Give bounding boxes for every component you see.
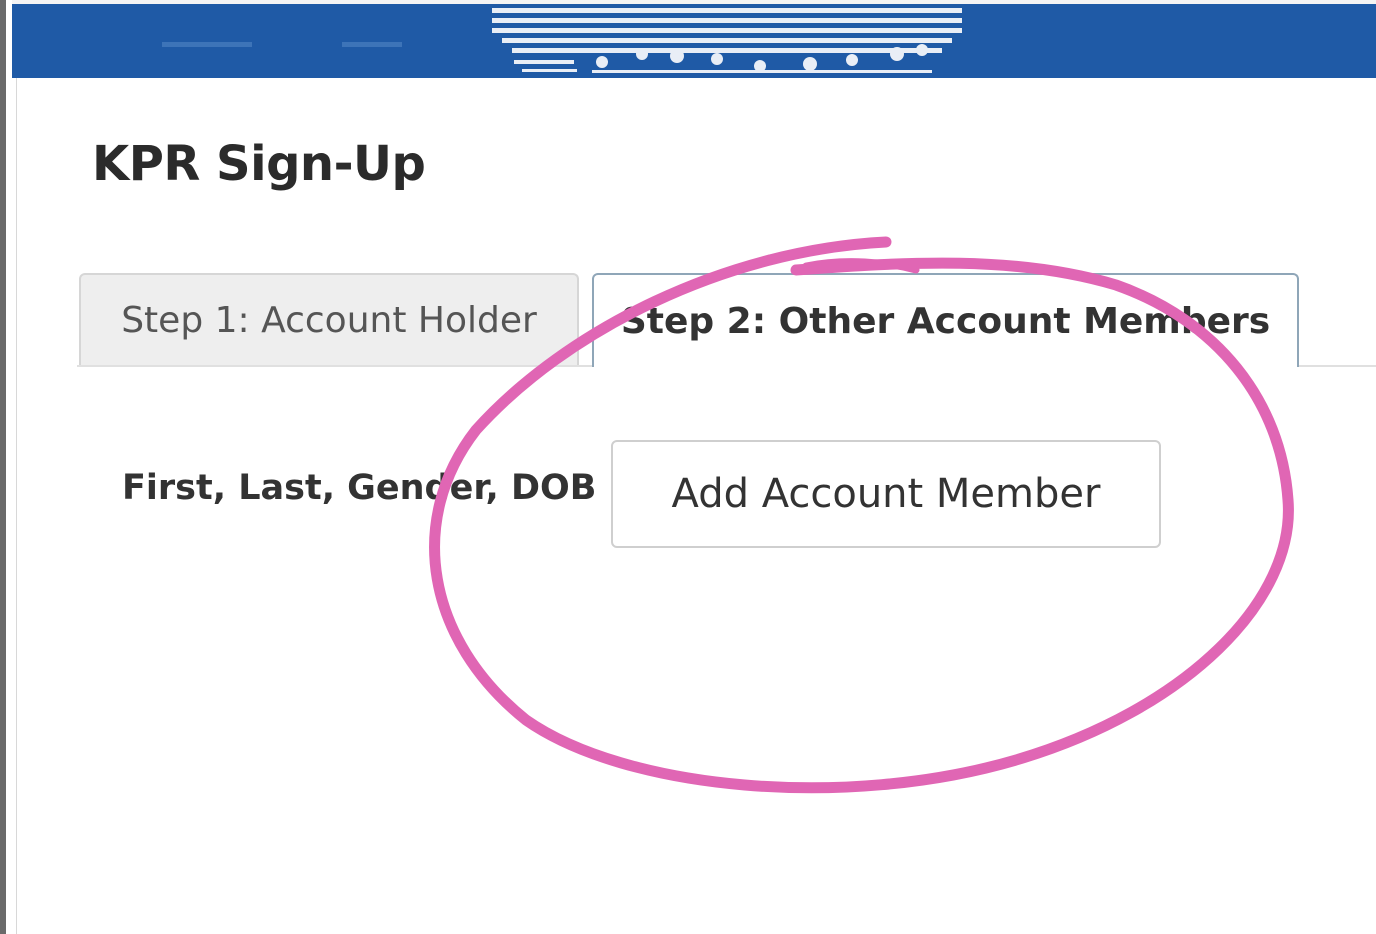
header-nav-link[interactable] [162, 42, 252, 47]
page-title: KPR Sign-Up [92, 136, 426, 192]
site-header-banner [12, 0, 1376, 78]
member-fields-label: First, Last, Gender, DOB [122, 468, 597, 508]
tab-step-2-other-account-members[interactable]: Step 2: Other Account Members [592, 273, 1299, 367]
signup-panel: KPR Sign-Up Step 1: Account Holder Step … [16, 78, 1376, 934]
app-frame: KPR Sign-Up Step 1: Account Holder Step … [0, 0, 1376, 934]
header-nav-link[interactable] [342, 42, 402, 47]
tab-label: Step 2: Other Account Members [620, 300, 1271, 342]
add-account-member-button[interactable]: Add Account Member [611, 440, 1161, 548]
organization-logo-icon[interactable] [492, 4, 972, 82]
tab-step-1-account-holder[interactable]: Step 1: Account Holder [79, 273, 579, 365]
tab-label: Step 1: Account Holder [121, 299, 537, 341]
